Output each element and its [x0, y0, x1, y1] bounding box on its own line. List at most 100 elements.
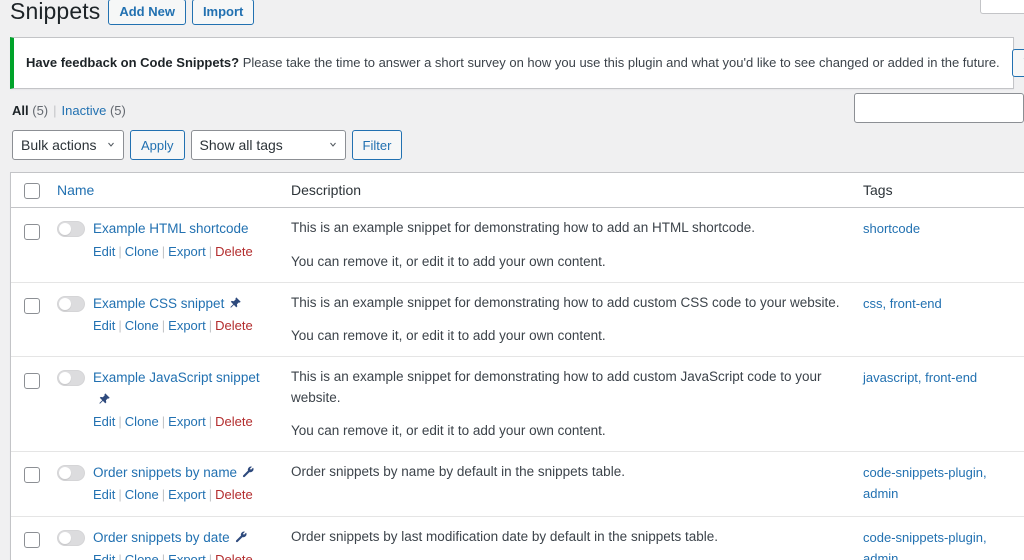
list-table-top: All (5) | Inactive (5) Bulk actions Appl…	[10, 93, 1024, 163]
top-right-panel-edge	[980, 0, 1024, 14]
wrench-icon	[235, 531, 247, 543]
export-link[interactable]: Export	[168, 244, 206, 259]
row-checkbox[interactable]	[24, 223, 40, 240]
snippet-description-paragraph: You can remove it, or edit it to add you…	[291, 328, 606, 344]
row-actions: Edit | Clone | Export | Delete	[93, 550, 253, 560]
snippet-title-link[interactable]: Order snippets by date	[93, 530, 230, 545]
action-divider: |	[161, 243, 166, 259]
tag-links[interactable]: css, front-end	[863, 296, 942, 311]
snippet-tags-cell: code-snippets-plugin, admin	[853, 452, 1024, 518]
snippet-title-line: Example HTML shortcode	[93, 218, 253, 239]
action-divider: |	[118, 318, 122, 334]
export-link[interactable]: Export	[168, 552, 206, 560]
row-actions: Edit | Clone | Export | Delete	[93, 412, 271, 433]
snippet-name-cell: Order snippets by date Edit | Clone | Export |…	[47, 517, 281, 560]
notice-actions: Take the survey now	[1011, 49, 1024, 77]
search-input[interactable]	[854, 93, 1024, 123]
action-divider: |	[208, 552, 213, 560]
bulk-actions-select[interactable]: Bulk actions	[12, 130, 124, 160]
row-checkbox[interactable]	[24, 298, 40, 315]
row-select-cell	[11, 517, 47, 560]
table-row: Order snippets by date Edit | Clone | Export |…	[11, 517, 1024, 560]
delete-link[interactable]: Delete	[215, 552, 253, 560]
wrench-icon	[242, 466, 254, 478]
snippet-tags-cell: code-snippets-plugin, admin	[853, 517, 1024, 560]
edit-link[interactable]: Edit	[93, 487, 115, 502]
clone-link[interactable]: Clone	[125, 244, 159, 259]
action-divider: |	[161, 552, 166, 560]
view-inactive-link[interactable]: Inactive	[62, 103, 107, 118]
sort-by-name-link[interactable]: Name	[57, 182, 94, 198]
clone-link[interactable]: Clone	[125, 487, 159, 502]
clone-link[interactable]: Clone	[125, 414, 159, 429]
view-all[interactable]: All (5)	[12, 103, 48, 118]
row-checkbox[interactable]	[24, 372, 40, 389]
row-checkbox[interactable]	[24, 532, 40, 549]
apply-button[interactable]: Apply	[130, 130, 185, 160]
snippet-title-link[interactable]: Example HTML shortcode	[93, 221, 249, 236]
row-checkbox[interactable]	[24, 467, 40, 484]
action-divider: |	[208, 243, 213, 259]
snippet-description-cell: This is an example snippet for demonstra…	[281, 283, 853, 358]
snippet-title-link[interactable]: Example JavaScript snippet	[93, 370, 260, 385]
take-survey-button[interactable]: Take the survey now	[1011, 49, 1024, 77]
snippet-title-line: Order snippets by date	[93, 527, 253, 548]
action-divider: |	[118, 413, 122, 429]
tag-links[interactable]: shortcode	[863, 221, 920, 236]
row-actions: Edit | Clone | Export | Delete	[93, 242, 253, 263]
export-link[interactable]: Export	[168, 487, 206, 502]
tag-links[interactable]: code-snippets-plugin, admin	[863, 465, 987, 501]
tag-links[interactable]: code-snippets-plugin, admin	[863, 530, 987, 560]
page-title: Snippets	[10, 0, 101, 25]
edit-link[interactable]: Edit	[93, 552, 115, 560]
delete-link[interactable]: Delete	[215, 414, 253, 429]
delete-link[interactable]: Delete	[215, 487, 253, 502]
snippet-tags-cell: shortcode	[853, 208, 1024, 283]
snippet-description-paragraph: You can remove it, or edit it to add you…	[291, 422, 606, 438]
add-new-button[interactable]: Add New	[108, 0, 186, 25]
export-link[interactable]: Export	[168, 414, 206, 429]
snippet-activate-toggle[interactable]	[57, 221, 85, 238]
table-head: Name Description Tags	[11, 173, 1024, 209]
snippet-title-line: Example CSS snippet	[93, 293, 253, 314]
clone-link[interactable]: Clone	[125, 552, 159, 560]
snippet-title-link[interactable]: Example CSS snippet	[93, 296, 224, 311]
snippet-description-paragraph: This is an example snippet for demonstra…	[291, 369, 822, 405]
snippet-description-paragraph: You can remove it, or edit it to add you…	[291, 253, 606, 269]
edit-link[interactable]: Edit	[93, 414, 115, 429]
tablenav-top: Bulk actions Apply Show all tags Filter	[10, 130, 1024, 160]
snippet-activate-toggle[interactable]	[57, 295, 85, 312]
edit-link[interactable]: Edit	[93, 244, 115, 259]
delete-link[interactable]: Delete	[215, 318, 253, 333]
delete-link[interactable]: Delete	[215, 244, 253, 259]
filter-button[interactable]: Filter	[351, 130, 403, 160]
pushpin-icon	[230, 297, 241, 308]
tags-filter-select[interactable]: Show all tags	[190, 130, 346, 160]
table-row: Example HTML shortcode Edit | Clone | Export |…	[11, 208, 1024, 283]
snippet-title-link[interactable]: Order snippets by name	[93, 465, 237, 480]
snippet-tags-cell: css, front-end	[853, 283, 1024, 358]
export-link[interactable]: Export	[168, 318, 206, 333]
column-header-tags: Tags	[853, 173, 1024, 209]
snippet-description-cell: This is an example snippet for demonstra…	[281, 357, 853, 453]
import-button[interactable]: Import	[191, 0, 255, 25]
row-select-cell	[11, 283, 47, 358]
snippet-activate-toggle[interactable]	[57, 465, 85, 482]
clone-link[interactable]: Clone	[125, 318, 159, 333]
edit-link[interactable]: Edit	[93, 318, 115, 333]
row-select-cell	[11, 357, 47, 453]
select-all-checkbox[interactable]	[24, 183, 40, 200]
snippet-activate-toggle[interactable]	[57, 370, 85, 387]
snippet-activate-toggle[interactable]	[57, 530, 85, 547]
snippet-name-cell: Order snippets by name Edit | Clone | Export |…	[47, 452, 281, 518]
snippet-description-cell: Order snippets by name by default in the…	[281, 452, 853, 518]
tag-links[interactable]: javascript, front-end	[863, 370, 977, 385]
view-all-link[interactable]: All	[12, 103, 29, 118]
view-inactive[interactable]: Inactive (5)	[62, 103, 126, 118]
snippets-admin-page: Snippets Add New Import Have feedback on…	[0, 0, 1024, 560]
action-divider: |	[118, 243, 122, 259]
feedback-notice: Have feedback on Code Snippets? Please t…	[10, 37, 1024, 89]
table-row: Order snippets by name Edit | Clone | Export |…	[11, 452, 1024, 518]
row-actions: Edit | Clone | Export | Delete	[93, 316, 253, 337]
action-divider: |	[161, 487, 166, 503]
